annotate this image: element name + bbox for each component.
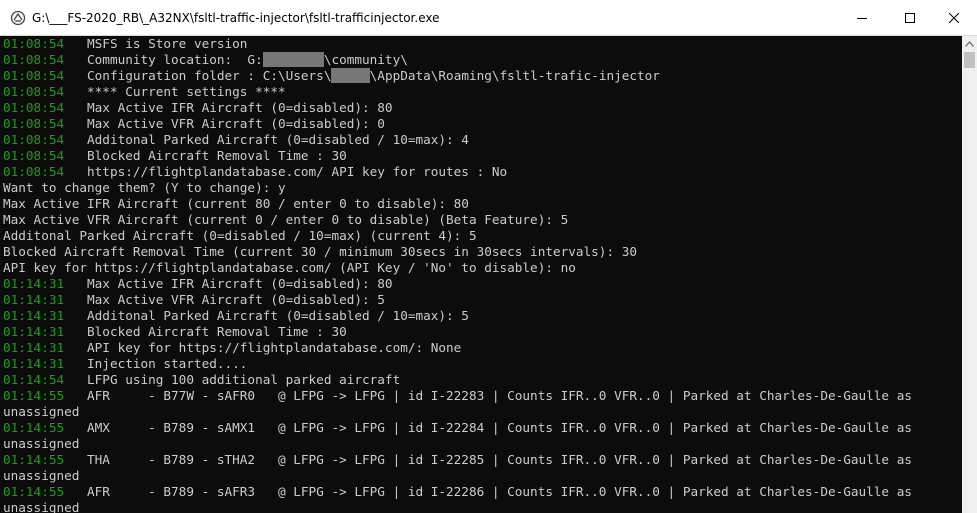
console-text: LFPG using 100 additional parked aircraf… [64,372,401,387]
console-line: 01:08:54 Configuration folder : C:\Users… [3,68,660,84]
console-line: 01:14:31 Blocked Aircraft Removal Time :… [3,324,347,340]
console-line: 01:14:54 LFPG using 100 additional parke… [3,372,400,388]
timestamp: 01:14:55 [3,420,65,435]
redacted-text: █████ [331,68,370,83]
console-line: unassigned [3,500,79,513]
console-text: Blocked Aircraft Removal Time : 30 [64,324,347,339]
console-line: 01:14:31 Additonal Parked Aircraft (0=di… [3,308,469,324]
console-line: Max Active VFR Aircraft (current 0 / ent… [3,212,568,228]
console-text: THA - B789 - sTHA2 @ LFPG -> LFPG | id I… [64,452,912,467]
timestamp: 01:08:54 [3,164,65,179]
console-text: Max Active VFR Aircraft (0=disabled): 0 [64,116,385,131]
minimize-button[interactable] [839,0,885,36]
minimize-icon [857,18,867,19]
console-text: Blocked Aircraft Removal Time : 30 [64,148,347,163]
console-text: Injection started.... [64,356,248,371]
console-line: Max Active IFR Aircraft (current 80 / en… [3,196,469,212]
console-app-icon [10,10,26,26]
scroll-thumb[interactable] [964,52,975,68]
console-line: 01:14:55 AFR - B77W - sAFR0 @ LFPG -> LF… [3,388,912,404]
timestamp: 01:14:31 [3,276,65,291]
console-text: Additonal Parked Aircraft (0=disabled / … [64,308,469,323]
console-line: 01:14:31 API key for https://flightpland… [3,340,461,356]
console-text: MSFS is Store version [64,36,248,51]
console-text: Community location: G: [64,52,263,67]
timestamp: 01:14:55 [3,452,65,467]
console-line: 01:14:31 Injection started.... [3,356,247,372]
console-text: **** Current settings **** [64,84,286,99]
title-bar[interactable]: G:\___FS-2020_RB\_A32NX\fsltl-traffic-in… [0,0,977,36]
console-text: Blocked Aircraft Removal Time (current 3… [3,244,637,259]
console-text: unassigned [3,468,80,483]
console-text: Configuration folder : C:\Users\ [64,68,332,83]
console-line: Additonal Parked Aircraft (0=disabled / … [3,228,477,244]
console-line: 01:08:54 **** Current settings **** [3,84,286,100]
timestamp: 01:14:31 [3,308,65,323]
console-text: AFR - B789 - sAFR3 @ LFPG -> LFPG | id I… [64,484,912,499]
console-text-after: \AppData\Roaming\fsltl-trafic-injector [369,68,660,83]
timestamp: 01:14:55 [3,484,65,499]
timestamp: 01:08:54 [3,36,65,51]
close-icon [949,13,959,23]
console-output[interactable]: 01:08:54 MSFS is Store version 01:08:54 C… [0,36,962,513]
console-line: unassigned [3,404,79,420]
console-text: Max Active IFR Aircraft (current 80 / en… [3,196,469,211]
console-line: 01:14:55 AMX - B789 - sAMX1 @ LFPG -> LF… [3,420,912,436]
console-line: 01:08:54 MSFS is Store version [3,36,247,52]
console-text: unassigned [3,404,80,419]
console-line: API key for https://flightplandatabase.c… [3,260,576,276]
console-line: 01:14:31 Max Active IFR Aircraft (0=disa… [3,276,393,292]
console-text: API key for https://flightplandatabase.c… [64,340,462,355]
console-line: 01:08:54 Blocked Aircraft Removal Time :… [3,148,347,164]
console-line: 01:08:54 Max Active IFR Aircraft (0=disa… [3,100,393,116]
console-line: 01:08:54 Max Active VFR Aircraft (0=disa… [3,116,385,132]
timestamp: 01:14:31 [3,356,65,371]
console-text: Max Active VFR Aircraft (0=disabled): 5 [64,292,385,307]
console-line: 01:08:54 Additonal Parked Aircraft (0=di… [3,132,469,148]
timestamp: 01:08:54 [3,100,65,115]
console-text: unassigned [3,500,80,513]
maximize-button[interactable] [887,0,933,36]
timestamp: 01:08:54 [3,68,65,83]
console-line: Want to change them? (Y to change): y [3,180,286,196]
redacted-text: ████████ [262,52,324,67]
timestamp: 01:08:54 [3,84,65,99]
console-line: 01:08:54 Community location: G:████████\… [3,52,408,68]
console-text: API key for https://flightplandatabase.c… [3,260,576,275]
timestamp: 01:08:54 [3,132,65,147]
console-line: 01:08:54 https://flightplandatabase.com/… [3,164,507,180]
console-text: Max Active VFR Aircraft (current 0 / ent… [3,212,569,227]
timestamp: 01:14:54 [3,372,65,387]
maximize-icon [905,13,915,23]
scroll-up-button[interactable] [962,36,977,51]
console-text: Max Active IFR Aircraft (0=disabled): 80 [64,276,393,291]
console-text: Max Active IFR Aircraft (0=disabled): 80 [64,100,393,115]
timestamp: 01:14:31 [3,292,65,307]
console-line: unassigned [3,468,79,484]
timestamp: 01:14:31 [3,324,65,339]
timestamp: 01:14:31 [3,340,65,355]
console-line: Blocked Aircraft Removal Time (current 3… [3,244,637,260]
timestamp: 01:08:54 [3,116,65,131]
console-text: Want to change them? (Y to change): y [3,180,286,195]
console-text: unassigned [3,436,80,451]
window-title: G:\___FS-2020_RB\_A32NX\fsltl-traffic-in… [32,11,440,25]
close-button[interactable] [931,0,977,36]
console-line: unassigned [3,436,79,452]
console-text: Additonal Parked Aircraft (0=disabled / … [64,132,469,147]
timestamp: 01:08:54 [3,52,65,67]
console-line: 01:14:31 Max Active VFR Aircraft (0=disa… [3,292,385,308]
console-text-after: \community\ [323,52,408,67]
console-line: 01:14:55 THA - B789 - sTHA2 @ LFPG -> LF… [3,452,912,468]
timestamp: 01:14:55 [3,388,65,403]
timestamp: 01:08:54 [3,148,65,163]
console-text: AMX - B789 - sAMX1 @ LFPG -> LFPG | id I… [64,420,912,435]
console-text: AFR - B77W - sAFR0 @ LFPG -> LFPG | id I… [64,388,912,403]
console-text: Additonal Parked Aircraft (0=disabled / … [3,228,477,243]
console-text: https://flightplandatabase.com/ API key … [64,164,508,179]
vertical-scrollbar[interactable] [962,36,977,513]
console-line: 01:14:55 AFR - B789 - sAFR3 @ LFPG -> LF… [3,484,912,500]
chevron-up-icon [965,40,974,47]
